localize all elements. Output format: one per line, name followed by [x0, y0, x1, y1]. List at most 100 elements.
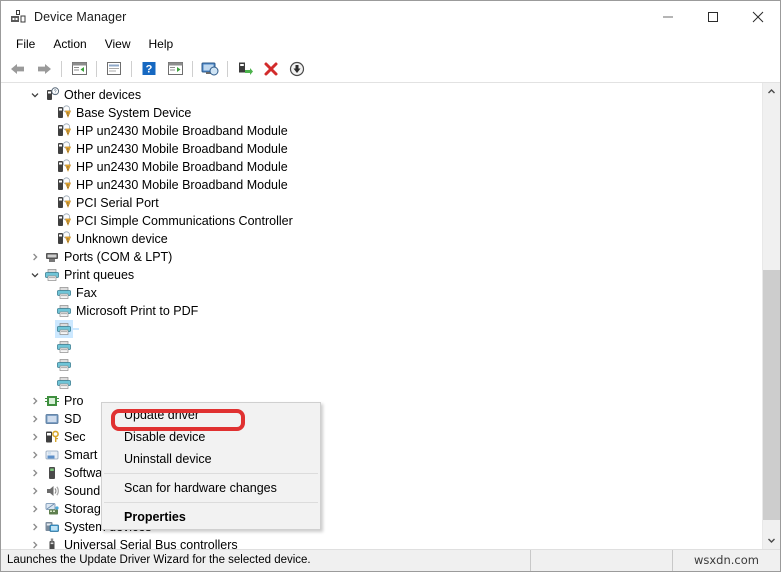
menu-bar: File Action View Help	[1, 32, 780, 55]
device-manager-window: Device Manager File Action View Help ? ?…	[0, 0, 781, 572]
menu-action[interactable]: Action	[44, 34, 95, 54]
warning-device-icon: !	[55, 176, 73, 194]
view-icon[interactable]	[163, 58, 187, 80]
tree-row[interactable]: Print queues	[1, 266, 762, 284]
chevron-right-icon[interactable]	[27, 428, 43, 446]
tree-row[interactable]: Ports (COM & LPT)	[1, 248, 762, 266]
tree-row[interactable]: ? Other devices	[1, 86, 762, 104]
context-menu[interactable]: Update driver Disable device Uninstall d…	[101, 402, 321, 530]
usb-controller-icon	[43, 536, 61, 549]
chevron-right-icon[interactable]	[27, 446, 43, 464]
tree-row-label	[73, 328, 79, 330]
chevron-right-icon[interactable]	[27, 248, 43, 266]
update-driver-icon[interactable]	[233, 58, 257, 80]
tree-row[interactable]	[1, 356, 762, 374]
toolbar: ?	[1, 55, 780, 83]
forward-icon[interactable]	[32, 58, 56, 80]
maximize-button[interactable]	[690, 1, 735, 32]
context-menu-separator	[104, 473, 318, 474]
tree-row[interactable]: Fax	[1, 284, 762, 302]
tree-row-label: Print queues	[64, 268, 135, 282]
title-bar: Device Manager	[1, 1, 780, 32]
sound-device-icon	[43, 482, 61, 500]
tree-row[interactable]: ! Unknown device	[1, 230, 762, 248]
svg-text:?: ?	[146, 64, 153, 76]
toolbar-separator	[61, 60, 62, 77]
tree-row-label: HP un2430 Mobile Broadband Module	[76, 178, 288, 192]
window-controls	[645, 1, 780, 32]
toolbar-separator	[227, 60, 228, 77]
tree-row[interactable]	[1, 338, 762, 356]
tree-row-label	[73, 382, 79, 384]
scrollbar-thumb[interactable]	[763, 270, 780, 520]
warning-device-icon: !	[55, 122, 73, 140]
tree-row[interactable]: ! HP un2430 Mobile Broadband Module	[1, 158, 762, 176]
storage-controller-icon	[43, 500, 61, 518]
tree-row-label: Ports (COM & LPT)	[64, 250, 173, 264]
chevron-right-icon[interactable]	[27, 500, 43, 518]
tree-row-label: SD	[64, 412, 82, 426]
chevron-down-icon[interactable]	[27, 266, 43, 284]
chevron-right-icon[interactable]	[27, 482, 43, 500]
scrollbar-down-button[interactable]	[763, 532, 780, 549]
vertical-scrollbar[interactable]	[762, 83, 780, 549]
back-icon[interactable]	[6, 58, 30, 80]
chevron-right-icon[interactable]	[27, 518, 43, 536]
context-menu-item-update-driver[interactable]: Update driver	[102, 404, 320, 426]
status-bar: Launches the Update Driver Wizard for th…	[1, 549, 780, 571]
menu-file[interactable]: File	[7, 34, 44, 54]
menu-help[interactable]: Help	[140, 34, 183, 54]
chevron-right-icon[interactable]	[27, 410, 43, 428]
properties-icon[interactable]	[102, 58, 126, 80]
port-icon	[43, 248, 61, 266]
content-area: ? Other devices! Base System Device! HP un2…	[1, 83, 780, 549]
uninstall-device-icon[interactable]	[259, 58, 283, 80]
scan-for-hardware-changes-icon[interactable]	[198, 58, 222, 80]
printer-icon	[55, 284, 73, 302]
warning-device-icon: !	[55, 194, 73, 212]
chevron-right-icon[interactable]	[27, 536, 43, 549]
tree-row[interactable]: ! PCI Serial Port	[1, 194, 762, 212]
warning-device-icon: !	[55, 104, 73, 122]
watermark-label: wsxdn.com	[693, 553, 759, 567]
context-menu-item-uninstall-device[interactable]: Uninstall device	[102, 448, 320, 470]
warning-device-icon: !	[55, 230, 73, 248]
tree-row[interactable]	[1, 374, 762, 392]
disable-device-icon[interactable]	[285, 58, 309, 80]
show-hide-console-tree-icon[interactable]	[67, 58, 91, 80]
tree-row-label: Fax	[76, 286, 97, 300]
warning-device-icon: !	[55, 212, 73, 230]
printer-icon	[55, 320, 73, 338]
tree-row[interactable]	[1, 320, 762, 338]
tree-row[interactable]: ! HP un2430 Mobile Broadband Module	[1, 122, 762, 140]
context-menu-separator	[104, 502, 318, 503]
tree-row[interactable]: ! PCI Simple Communications Controller	[1, 212, 762, 230]
tree-row-label: Universal Serial Bus controllers	[64, 538, 238, 549]
security-device-icon	[43, 428, 61, 446]
chevron-right-icon[interactable]	[27, 392, 43, 410]
printer-icon	[55, 374, 73, 392]
tree-row-label: PCI Serial Port	[76, 196, 159, 210]
chevron-down-icon[interactable]	[27, 86, 43, 104]
printer-icon	[55, 302, 73, 320]
chevron-right-icon[interactable]	[27, 464, 43, 482]
help-icon[interactable]: ?	[137, 58, 161, 80]
printer-icon	[55, 356, 73, 374]
context-menu-item-properties[interactable]: Properties	[102, 506, 320, 528]
scrollbar-up-button[interactable]	[763, 83, 780, 100]
tree-row-label: Microsoft Print to PDF	[76, 304, 199, 318]
tree-row[interactable]: ! HP un2430 Mobile Broadband Module	[1, 140, 762, 158]
tree-row-label: Other devices	[64, 88, 142, 102]
tree-row[interactable]: Microsoft Print to PDF	[1, 302, 762, 320]
window-title: Device Manager	[34, 9, 127, 24]
tree-row-label: Sec	[64, 430, 86, 444]
scrollbar-track[interactable]	[763, 100, 780, 532]
close-button[interactable]	[735, 1, 780, 32]
tree-row[interactable]: Universal Serial Bus controllers	[1, 536, 762, 549]
minimize-button[interactable]	[645, 1, 690, 32]
menu-view[interactable]: View	[96, 34, 140, 54]
context-menu-item-disable-device[interactable]: Disable device	[102, 426, 320, 448]
tree-row[interactable]: ! HP un2430 Mobile Broadband Module	[1, 176, 762, 194]
context-menu-item-scan-for-hardware-changes[interactable]: Scan for hardware changes	[102, 477, 320, 499]
tree-row[interactable]: ! Base System Device	[1, 104, 762, 122]
